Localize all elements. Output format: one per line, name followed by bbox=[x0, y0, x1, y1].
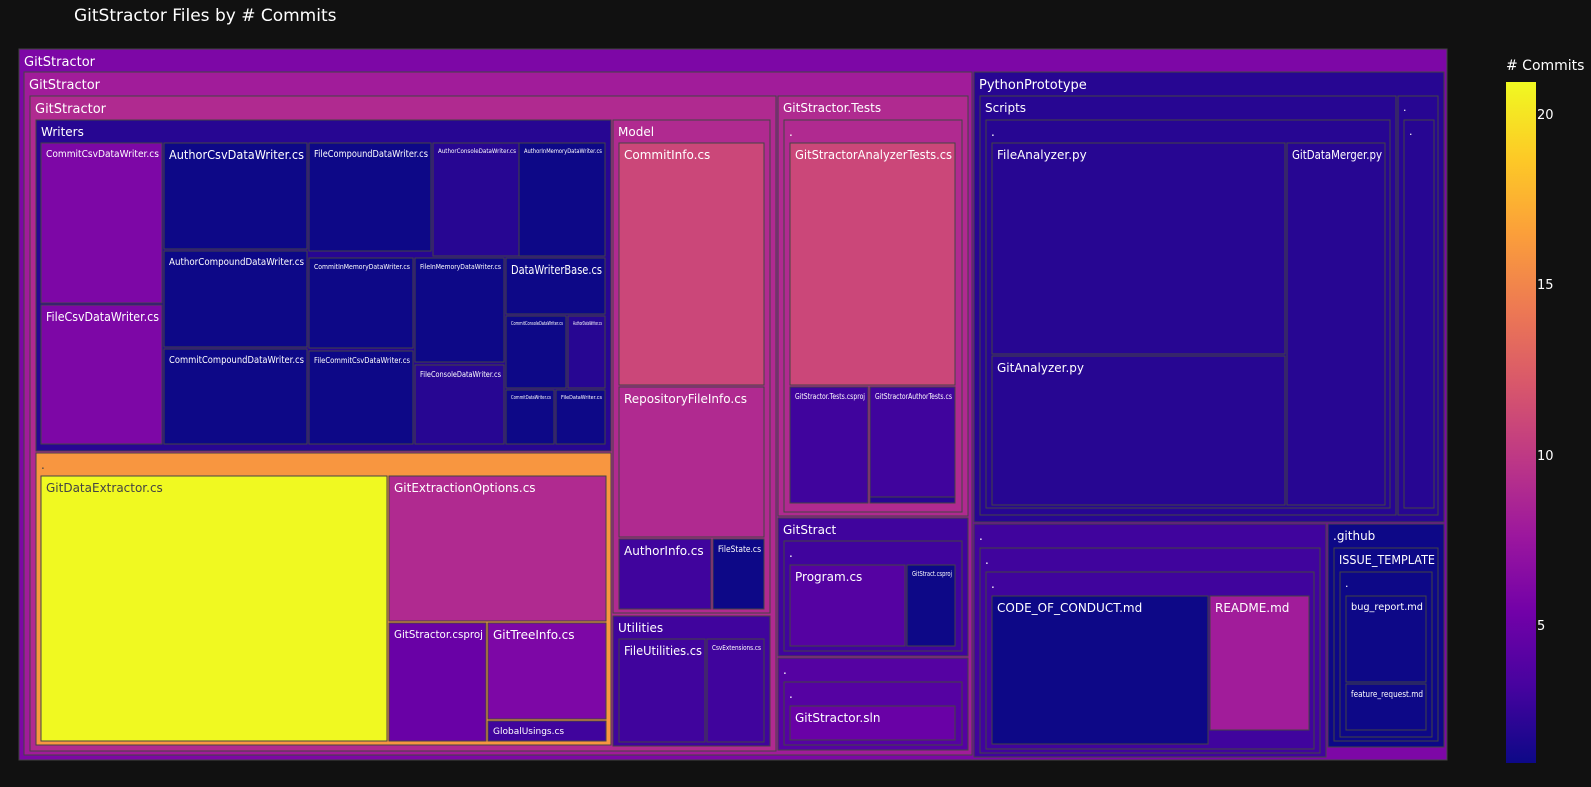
treemap-label-r1: CODE_OF_CONDUCT.md bbox=[997, 601, 1142, 615]
treemap-label-p2: GitAnalyzer.py bbox=[997, 361, 1084, 375]
treemap-label-p3: GitDataMerger.py bbox=[1292, 148, 1382, 162]
colorbar-tick: 15 bbox=[1537, 278, 1554, 294]
treemap-label-gh: .github bbox=[1333, 529, 1375, 543]
treemap-tile-u2[interactable] bbox=[706, 638, 765, 743]
treemap-tile-w12[interactable] bbox=[518, 142, 606, 257]
treemap-label-i1: bug_report.md bbox=[1351, 602, 1423, 613]
treemap-tile-m1[interactable] bbox=[618, 142, 765, 386]
treemap-label-ddot3: . bbox=[991, 577, 995, 591]
treemap-label-t2: GitStractor.Tests.csproj bbox=[795, 392, 865, 401]
colorbar-title: # Commits bbox=[1506, 58, 1585, 74]
treemap-label-u2: CsvExtensions.cs bbox=[712, 644, 761, 652]
treemap-label-model: Model bbox=[618, 125, 654, 139]
colorbar bbox=[1506, 82, 1536, 763]
treemap-label-w14: CommitConsoleDataWriter.cs bbox=[511, 321, 563, 327]
treemap-label-w2: FileCsvDataWriter.cs bbox=[46, 310, 159, 324]
treemap-label-t3: GitStractorAuthorTests.cs bbox=[875, 392, 952, 401]
treemap-label-dot1: . bbox=[41, 458, 45, 472]
treemap-label-gs: GitStractor bbox=[29, 78, 101, 93]
treemap-label-py: PythonPrototype bbox=[979, 78, 1087, 93]
treemap-tile-w7[interactable] bbox=[308, 257, 414, 349]
treemap-label-it: ISSUE_TEMPLATE bbox=[1339, 553, 1435, 567]
treemap-label-util: Utilities bbox=[618, 621, 663, 635]
treemap-label-i2: feature_request.md bbox=[1351, 690, 1423, 700]
treemap-tile-t4[interactable] bbox=[869, 496, 956, 504]
treemap-tile-w2[interactable] bbox=[40, 304, 163, 445]
treemap-tile-r1[interactable] bbox=[991, 595, 1209, 745]
treemap-label-w6: FileCompoundDataWriter.cs bbox=[314, 149, 428, 160]
treemap-label-d4: GitTreeInfo.cs bbox=[493, 628, 575, 642]
treemap-tile-t2[interactable] bbox=[789, 386, 869, 504]
treemap-label-w15: AuthorDataWriter.cs bbox=[573, 321, 602, 327]
treemap-label-sdot2: . bbox=[789, 687, 793, 701]
treemap-tile-p3[interactable] bbox=[1286, 142, 1386, 506]
treemap-label-g1: Program.cs bbox=[795, 570, 862, 584]
treemap-label-gst: GitStract bbox=[783, 523, 837, 537]
treemap-label-w11: AuthorConsoleDataWriter.cs bbox=[438, 148, 516, 155]
treemap-label-s1: GitStractor.sln bbox=[795, 711, 880, 725]
colorbar-tick: 5 bbox=[1537, 618, 1546, 634]
treemap-tile-w1[interactable] bbox=[40, 142, 163, 304]
treemap-label-w8: FileCommitCsvDataWriter.cs bbox=[314, 356, 410, 365]
treemap-tile-pdot2[interactable] bbox=[1403, 119, 1435, 509]
treemap-label-pdot2: . bbox=[1409, 125, 1413, 138]
treemap-label-m4: FileState.cs bbox=[718, 545, 761, 555]
treemap-label-r2: README.md bbox=[1215, 601, 1289, 615]
treemap-label-m3: AuthorInfo.cs bbox=[624, 544, 704, 558]
treemap-label-tests: GitStractor.Tests bbox=[783, 101, 881, 115]
treemap-label-w4: AuthorCompoundDataWriter.cs bbox=[169, 257, 304, 268]
treemap-tile-w11[interactable] bbox=[432, 142, 520, 257]
colorbar-tick: 20 bbox=[1537, 108, 1554, 124]
treemap-label-scripts: Scripts bbox=[985, 101, 1026, 115]
treemap-label-m2: RepositoryFileInfo.cs bbox=[624, 392, 747, 406]
treemap-label-tdot: . bbox=[789, 125, 793, 139]
treemap-label-itdot: . bbox=[1345, 577, 1349, 590]
treemap-label-d5: GlobalUsings.cs bbox=[493, 727, 564, 737]
treemap-label-t1: GitStractorAnalyzerTests.cs bbox=[795, 148, 952, 162]
treemap-label-d2: GitExtractionOptions.cs bbox=[394, 481, 536, 495]
treemap-label-ddot: . bbox=[979, 529, 983, 543]
treemap-tile-t3[interactable] bbox=[869, 386, 956, 498]
treemap-tile-t1[interactable] bbox=[789, 142, 956, 386]
treemap-label-w7: CommitInMemoryDataWriter.cs bbox=[314, 263, 410, 271]
treemap-label-sc: . bbox=[991, 125, 995, 139]
treemap-label-sdot: . bbox=[783, 663, 787, 677]
treemap-label-d1: GitDataExtractor.cs bbox=[46, 481, 163, 495]
treemap-tile-d2[interactable] bbox=[388, 475, 607, 622]
treemap-label-d3: GitStractor.csproj bbox=[394, 628, 483, 641]
treemap-tile-m2[interactable] bbox=[618, 386, 765, 538]
treemap-tile-d1[interactable] bbox=[40, 475, 388, 742]
treemap-label-root: GitStractor bbox=[24, 55, 96, 70]
treemap-label-writers: Writers bbox=[41, 125, 84, 139]
treemap-label-w3: AuthorCsvDataWriter.cs bbox=[169, 148, 304, 162]
treemap-label-w17: FileDataWriter.cs bbox=[561, 395, 602, 401]
treemap-tile-r2[interactable] bbox=[1209, 595, 1310, 731]
treemap-chart: GitStractor GitStractor GitStractor Writers… bbox=[18, 48, 1536, 763]
treemap-label-pdot: . bbox=[1403, 101, 1407, 114]
treemap-label-w10: FileConsoleDataWriter.cs bbox=[420, 370, 501, 379]
treemap-label-w12: AuthorInMemoryDataWriter.cs bbox=[524, 148, 602, 155]
treemap-label-m1: CommitInfo.cs bbox=[624, 148, 710, 162]
treemap-tile-w9[interactable] bbox=[414, 257, 505, 363]
treemap-label-w5: CommitCompoundDataWriter.cs bbox=[169, 355, 304, 366]
treemap-label-g2: GitStract.csproj bbox=[912, 570, 952, 578]
treemap-label-p1: FileAnalyzer.py bbox=[997, 148, 1087, 162]
treemap-tile-p1[interactable] bbox=[991, 142, 1286, 355]
treemap-label-w13: DataWriterBase.cs bbox=[511, 263, 602, 277]
treemap-label-w1: CommitCsvDataWriter.cs bbox=[46, 149, 159, 160]
treemap-tile-p2[interactable] bbox=[991, 355, 1286, 506]
treemap-label-u1: FileUtilities.cs bbox=[624, 644, 702, 658]
treemap-label-w16: CommitDataWriter.cs bbox=[511, 395, 551, 401]
treemap-label-gs2: GitStractor bbox=[35, 102, 107, 117]
treemap-label-ddot2: . bbox=[985, 553, 989, 567]
treemap-label-w9: FileInMemoryDataWriter.cs bbox=[420, 263, 501, 271]
treemap-label-gdot: . bbox=[789, 546, 793, 560]
colorbar-tick: 10 bbox=[1537, 448, 1554, 464]
